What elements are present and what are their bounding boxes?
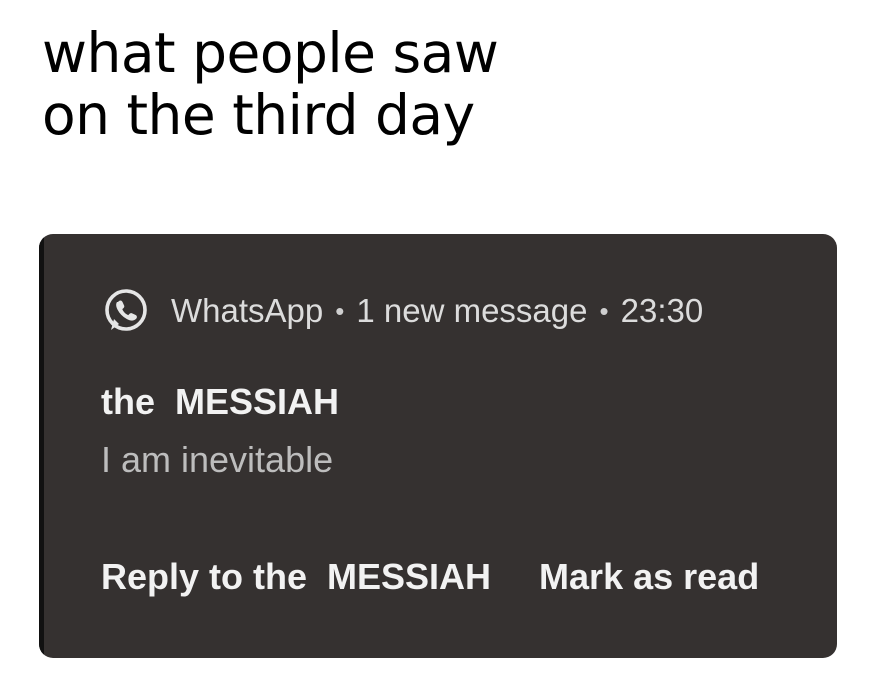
caption-line-1: what people saw [42,21,499,85]
mark-as-read-button[interactable]: Mark as read [539,556,759,598]
whatsapp-notification[interactable]: WhatsApp • 1 new message • 23:30 the MES… [39,234,837,658]
separator-dot: • [335,295,345,326]
notification-header: WhatsApp • 1 new message • 23:30 [101,286,703,336]
notification-time: 23:30 [620,292,704,329]
message-preview: I am inevitable [101,439,334,480]
sender-name: the MESSIAH [101,381,340,422]
notification-summary: 1 new message [356,292,588,329]
reply-button[interactable]: Reply to the MESSIAH [101,556,491,598]
whatsapp-icon [101,286,151,336]
app-name: WhatsApp [171,292,324,329]
meme-caption: what people saw on the third day [42,21,499,147]
separator-dot: • [599,295,609,326]
caption-line-2: on the third day [42,83,475,147]
notification-actions: Reply to the MESSIAH Mark as read [101,556,759,598]
